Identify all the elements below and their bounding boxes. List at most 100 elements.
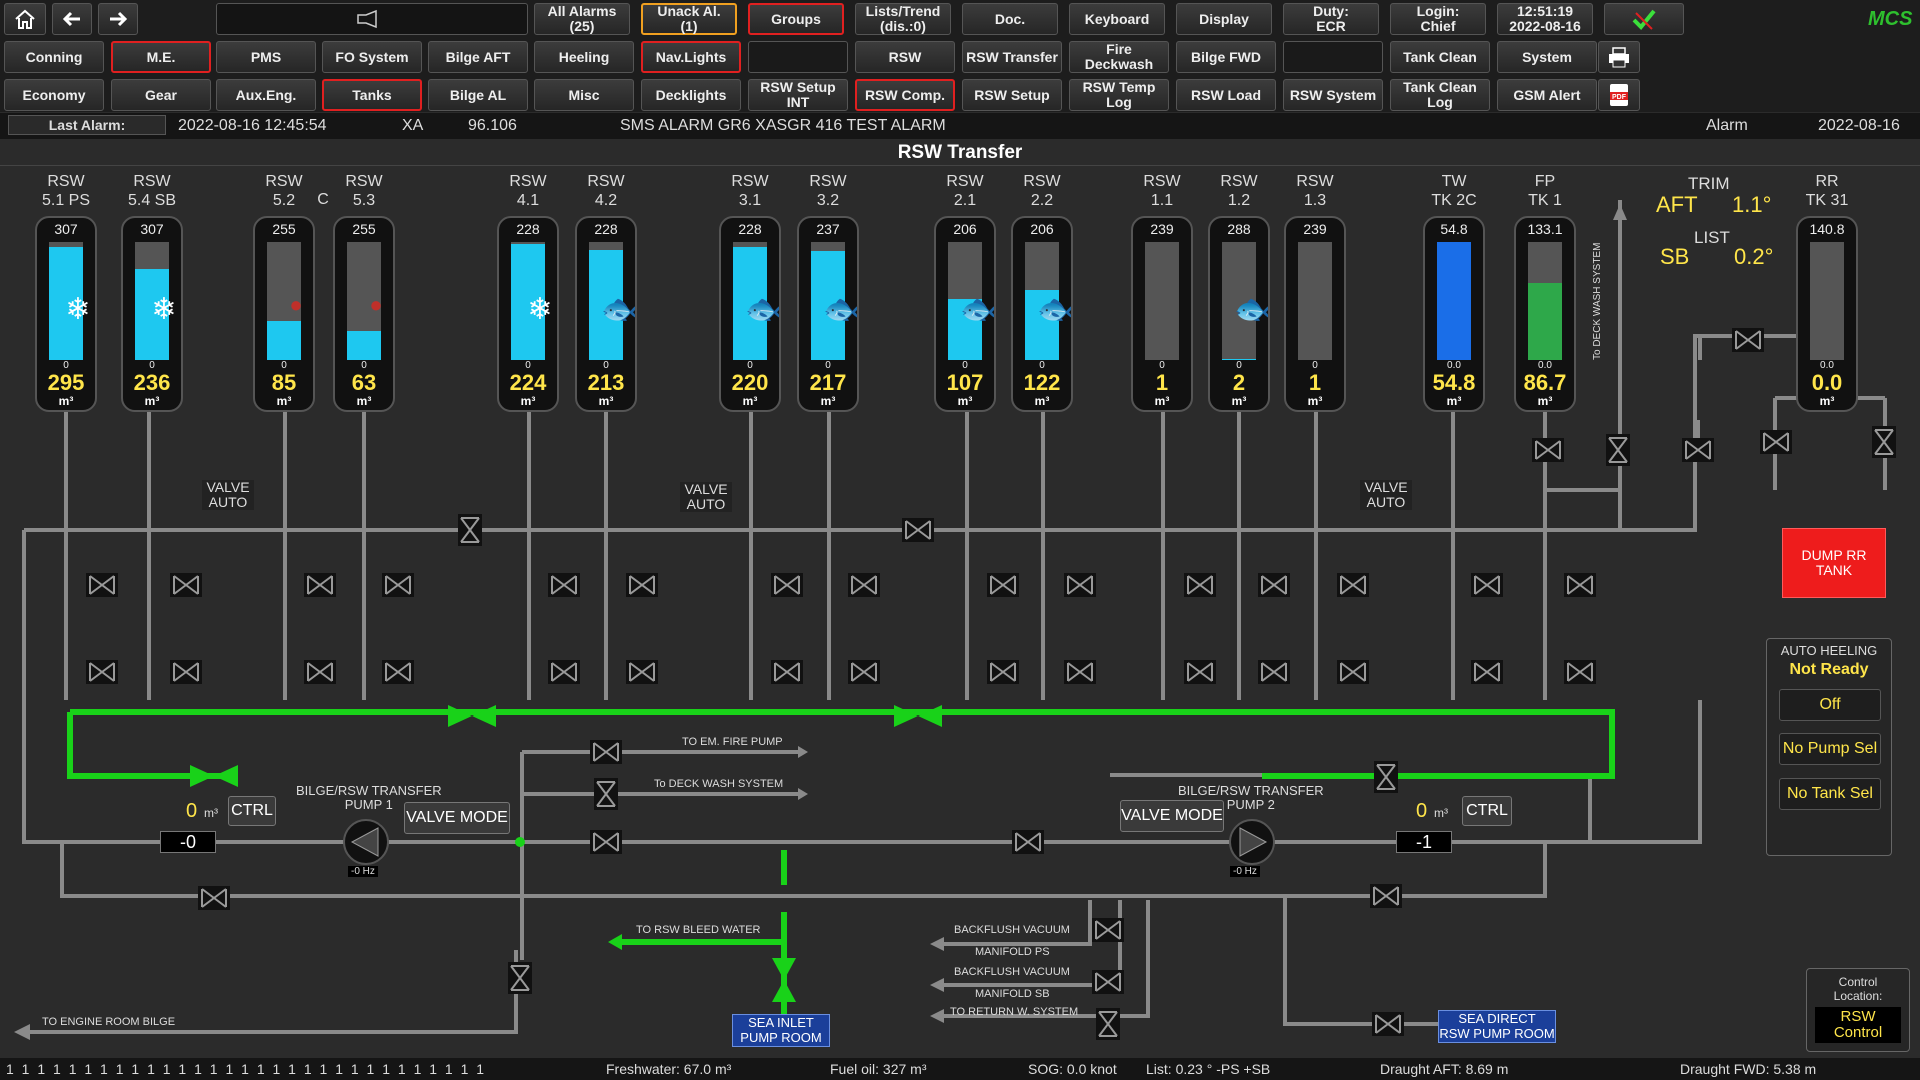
tank-7[interactable]: 237 🐟 0 217 m³ (797, 216, 859, 412)
pump-2-valve-mode-button[interactable]: VALVE MODE (1120, 800, 1224, 832)
control-location-panel: Control Location: RSW Control (1806, 968, 1910, 1052)
sog-status: SOG: 0.0 knot (1028, 1061, 1117, 1077)
tank-3[interactable]: 255 ● 0 63 m³ (333, 216, 395, 412)
valve-misc-9[interactable] (508, 962, 532, 994)
valve-misc-4[interactable] (590, 830, 622, 854)
trim-side: AFT (1656, 192, 1698, 217)
valve-lower-14[interactable] (1564, 660, 1596, 684)
valve-misc-10[interactable] (1092, 918, 1124, 942)
valve-misc-5[interactable] (1012, 830, 1044, 854)
sea-direct-pump-room-button[interactable]: SEA DIRECT RSW PUMP ROOM (1438, 1010, 1556, 1043)
valve-upper-3[interactable] (382, 573, 414, 597)
valve-upper-13[interactable] (1471, 573, 1503, 597)
heeling-tank-select-button[interactable]: No Tank Sel (1779, 778, 1881, 810)
tank-0[interactable]: 307 ❄ 0 295 m³ (35, 216, 97, 412)
heeling-off-button[interactable]: Off (1779, 689, 1881, 721)
tank-level-gauge: 🐟 (1222, 242, 1268, 360)
tank-9[interactable]: 206 🐟 0 122 m³ (1011, 216, 1073, 412)
valve-misc-17[interactable] (1760, 430, 1792, 454)
valve-misc-13[interactable] (1372, 1012, 1404, 1036)
tank-id: 2.1 (953, 192, 977, 209)
valve-auto-label-1[interactable]: VALVE AUTO (202, 480, 254, 510)
control-location-value[interactable]: RSW Control (1815, 1007, 1901, 1043)
tank-id: 5.2 (272, 192, 296, 209)
tank-12[interactable]: 239 0 1 m³ (1284, 216, 1346, 412)
valve-lower-7[interactable] (848, 660, 880, 684)
valve-misc-19[interactable] (1732, 328, 1764, 352)
tank-label-3: RSW 5.3 (329, 172, 399, 210)
valve-upper-11[interactable] (1258, 573, 1290, 597)
valve-upper-5[interactable] (626, 573, 658, 597)
pump-1-valve-mode-button[interactable]: VALVE MODE (404, 802, 510, 834)
tank-14[interactable]: 133.1 0.0 86.7 m³ (1514, 216, 1576, 412)
valve-auto-label-3[interactable]: VALVE AUTO (1360, 480, 1412, 510)
valve-misc-8[interactable] (1370, 884, 1402, 908)
open-valves (190, 705, 942, 1002)
tank-unit: m³ (1537, 394, 1553, 408)
heeling-pump-select-button[interactable]: No Pump Sel (1779, 733, 1881, 765)
tank-8[interactable]: 206 🐟 0 107 m³ (934, 216, 996, 412)
tank-volume: 2 (1232, 370, 1246, 395)
valve-misc-16[interactable] (1682, 438, 1714, 462)
pump-1-setpoint[interactable]: -0 (160, 831, 216, 853)
valve-lower-4[interactable] (548, 660, 580, 684)
valve-lower-2[interactable] (304, 660, 336, 684)
valve-lower-3[interactable] (382, 660, 414, 684)
valve-upper-9[interactable] (1064, 573, 1096, 597)
valve-lower-10[interactable] (1184, 660, 1216, 684)
valve-upper-8[interactable] (987, 573, 1019, 597)
valve-upper-10[interactable] (1184, 573, 1216, 597)
valve-misc-2[interactable] (590, 740, 622, 764)
snowflake-icon: ❄ (151, 293, 177, 326)
valve-lower-13[interactable] (1471, 660, 1503, 684)
dump-rr-tank-button[interactable]: DUMP RR TANK (1782, 528, 1886, 598)
valve-misc-0[interactable] (458, 514, 482, 546)
tank-name: RSW (509, 173, 547, 190)
tank-11[interactable]: 288 🐟 0 2 m³ (1208, 216, 1270, 412)
valve-lower-12[interactable] (1337, 660, 1369, 684)
valve-misc-14[interactable] (1532, 438, 1564, 462)
tank-5[interactable]: 228 🐟 0 213 m³ (575, 216, 637, 412)
valve-upper-2[interactable] (304, 573, 336, 597)
tank-15[interactable]: 140.8 0.0 0.0 m³ (1796, 216, 1858, 412)
tank-label-9: RSW 2.2 (1007, 172, 1077, 210)
pump-2-ctrl-button[interactable]: CTRL (1462, 796, 1512, 826)
valve-lower-9[interactable] (1064, 660, 1096, 684)
valve-upper-14[interactable] (1564, 573, 1596, 597)
valve-lower-8[interactable] (987, 660, 1019, 684)
valve-lower-1[interactable] (170, 660, 202, 684)
tank-4[interactable]: 228 ❄ 0 224 m³ (497, 216, 559, 412)
valve-lower-11[interactable] (1258, 660, 1290, 684)
valve-misc-7[interactable] (198, 886, 230, 910)
tank-10[interactable]: 239 0 1 m³ (1131, 216, 1193, 412)
tank-volume: 224 (509, 370, 547, 395)
valve-upper-4[interactable] (548, 573, 580, 597)
pump-1-ctrl-button[interactable]: CTRL (228, 796, 276, 826)
sea-inlet-pump-room-button[interactable]: SEA INLET PUMP ROOM (732, 1014, 830, 1047)
valve-auto-label-2[interactable]: VALVE AUTO (680, 482, 732, 512)
valve-misc-6[interactable] (1374, 761, 1398, 793)
valve-misc-12[interactable] (1096, 1008, 1120, 1040)
engine-bilge-arrow-icon (14, 1024, 30, 1040)
valve-upper-7[interactable] (848, 573, 880, 597)
valve-upper-1[interactable] (170, 573, 202, 597)
tank-6[interactable]: 228 🐟 0 220 m³ (719, 216, 781, 412)
tank-1[interactable]: 307 ❄ 0 236 m³ (121, 216, 183, 412)
valve-lower-0[interactable] (86, 660, 118, 684)
tank-13[interactable]: 54.8 0.0 54.8 m³ (1423, 216, 1485, 412)
valve-lower-6[interactable] (771, 660, 803, 684)
valve-misc-11[interactable] (1092, 970, 1124, 994)
pump-2-setpoint[interactable]: -1 (1396, 831, 1452, 853)
valve-misc-18[interactable] (1872, 426, 1896, 458)
valve-lower-5[interactable] (626, 660, 658, 684)
valve-upper-12[interactable] (1337, 573, 1369, 597)
valve-misc-3[interactable] (594, 778, 618, 810)
valve-upper-6[interactable] (771, 573, 803, 597)
valve-misc-1[interactable] (902, 518, 934, 542)
freshwater-status: Freshwater: 67.0 m³ (606, 1061, 732, 1077)
tank-unit: m³ (520, 394, 536, 408)
valve-misc-15[interactable] (1606, 434, 1630, 466)
tank-level-gauge: ● (267, 242, 303, 360)
tank-2[interactable]: 255 ● 0 85 m³ (253, 216, 315, 412)
valve-upper-0[interactable] (86, 573, 118, 597)
